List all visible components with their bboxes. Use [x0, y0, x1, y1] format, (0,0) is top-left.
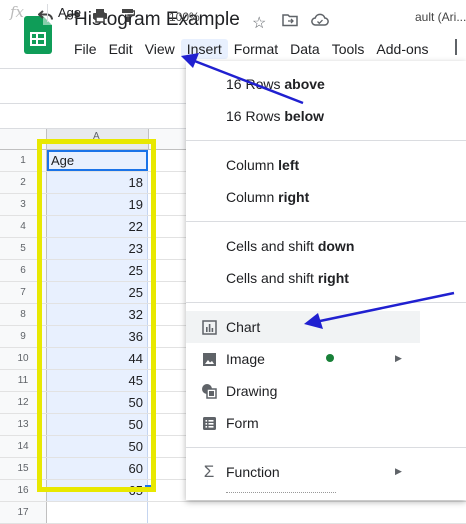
menu-cutoff-item: [226, 492, 336, 495]
menu-label: Column: [226, 189, 279, 205]
highlight-box: [37, 139, 156, 492]
menu-label: Drawing: [226, 383, 278, 399]
new-feature-dot: [326, 354, 334, 362]
image-icon: [199, 343, 219, 375]
menu-label-bold: right: [278, 189, 310, 205]
menu-divider: [186, 447, 466, 448]
menu-format[interactable]: Format: [228, 39, 284, 59]
menu-divider: [186, 302, 466, 303]
menu-label: 16 Rows: [226, 76, 285, 92]
fx-icon: fx: [10, 3, 25, 21]
menu-insert[interactable]: Insert: [180, 39, 228, 59]
formula-divider: [47, 4, 48, 22]
insert-column-left[interactable]: Column left: [186, 149, 456, 181]
zoom-select[interactable]: 100%: [169, 10, 200, 24]
menu-label: Image: [226, 351, 265, 367]
chart-icon: [199, 311, 219, 343]
insert-image[interactable]: Image: [186, 343, 456, 375]
insert-function[interactable]: Σ Function: [186, 456, 456, 488]
print-icon[interactable]: [92, 8, 108, 27]
table-row: 17: [0, 502, 466, 524]
form-icon: [199, 407, 219, 439]
menu-view[interactable]: View: [139, 39, 181, 59]
menu-label: Column: [226, 157, 279, 173]
menu-file[interactable]: File: [74, 39, 103, 59]
submenu-arrow-icon: ▶: [395, 466, 402, 476]
menu-label-bold: left: [278, 157, 300, 173]
empty-cell[interactable]: [148, 502, 466, 523]
menu-label: Cells and shift: [226, 270, 318, 286]
undo-icon[interactable]: [37, 8, 54, 26]
drawing-icon: [199, 375, 219, 407]
sigma-icon: Σ: [203, 462, 215, 481]
menu-edit[interactable]: Edit: [103, 39, 139, 59]
menu-label: Chart: [226, 319, 261, 335]
star-icon[interactable]: ☆: [252, 13, 266, 33]
data-cell[interactable]: [47, 502, 148, 523]
font-family-select[interactable]: ault (Ari...: [415, 10, 466, 24]
formula-input[interactable]: Age: [58, 5, 81, 20]
insert-cells-shift-down[interactable]: Cells and shift down: [186, 230, 456, 262]
menu-label-bold: above: [284, 76, 325, 92]
menu-help-stub: [455, 39, 457, 55]
insert-drawing[interactable]: Drawing: [186, 375, 456, 407]
insert-form[interactable]: Form: [186, 407, 456, 439]
insert-chart[interactable]: Chart: [186, 311, 420, 343]
paint-format-icon[interactable]: [121, 8, 136, 27]
menu-tools[interactable]: Tools: [326, 39, 371, 59]
submenu-arrow-icon: ▶: [395, 353, 402, 363]
insert-column-right[interactable]: Column right: [186, 181, 456, 213]
insert-rows-above[interactable]: 16 Rows above: [186, 68, 456, 100]
menu-bar: File Edit View Insert Format Data Tools …: [74, 39, 435, 59]
menu-label-bold: below: [284, 108, 325, 124]
menu-label-bold: down: [317, 238, 355, 254]
move-folder-icon[interactable]: [282, 13, 298, 32]
menu-divider: [186, 221, 466, 222]
menu-label: Function: [226, 464, 280, 480]
cloud-saved-icon[interactable]: [311, 13, 329, 32]
menu-data[interactable]: Data: [284, 39, 326, 59]
menu-label: Form: [226, 415, 259, 431]
insert-cells-shift-right[interactable]: Cells and shift right: [186, 262, 456, 294]
menu-divider: [186, 140, 466, 141]
menu-addons[interactable]: Add-ons: [370, 39, 434, 59]
insert-rows-below[interactable]: 16 Rows below: [186, 100, 456, 132]
menu-label: 16 Rows: [226, 108, 285, 124]
sheets-logo-icon: [30, 32, 46, 46]
menu-label-bold: right: [317, 270, 349, 286]
menu-label: Cells and shift: [226, 238, 318, 254]
row-number[interactable]: 17: [0, 502, 47, 523]
